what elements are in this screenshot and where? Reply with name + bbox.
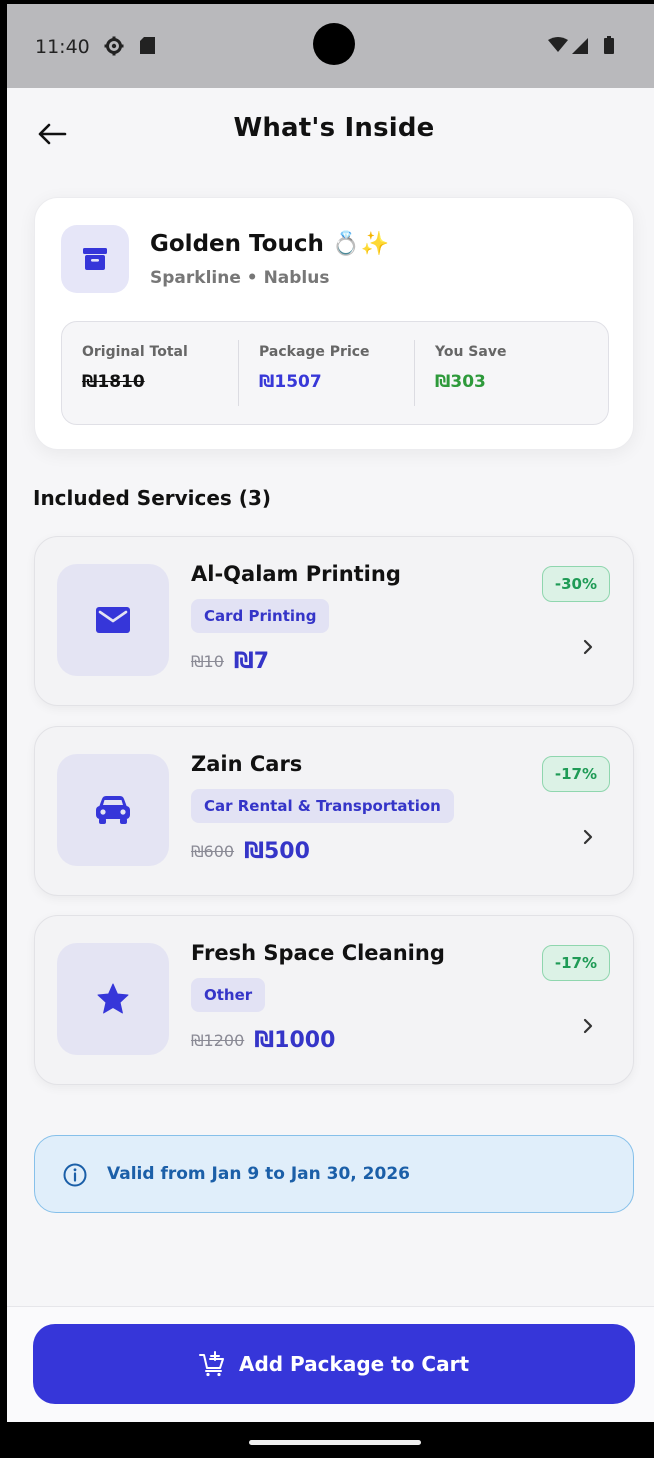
service-old-price: ₪1200: [191, 1031, 245, 1050]
service-old-price: ₪10: [191, 652, 224, 671]
camera-cutout: [313, 23, 355, 65]
discount-badge: -17%: [541, 945, 610, 981]
home-gesture-handle[interactable]: [249, 1440, 421, 1445]
original-total-label: Original Total: [82, 344, 188, 360]
package-price-label: Package Price: [259, 344, 370, 360]
service-name: Al-Qalam Printing: [191, 562, 401, 586]
star-icon: [97, 983, 129, 1014]
package-price-value: ₪1507: [259, 372, 322, 392]
service-card[interactable]: Fresh Space Cleaning Other ₪1200 ₪1000 -1…: [34, 915, 634, 1085]
you-save-label: You Save: [435, 344, 507, 360]
service-details-button[interactable]: [571, 820, 605, 854]
you-save-value: ₪303: [435, 372, 486, 392]
chevron-right-icon: [583, 829, 593, 845]
archive-box-icon: [83, 248, 107, 270]
info-icon: [63, 1163, 87, 1187]
service-category-tag: Card Printing: [191, 599, 330, 633]
price-summary: Original Total ₪1810 Package Price ₪1507…: [61, 321, 609, 425]
service-icon-tile: [57, 943, 169, 1055]
page-title: What's Inside: [233, 113, 435, 143]
you-save-column: You Save ₪303: [414, 340, 590, 406]
service-details-button[interactable]: [571, 630, 605, 664]
validity-text: Valid from Jan 9 to Jan 30, 2026: [107, 1164, 410, 1184]
chevron-right-icon: [583, 1018, 593, 1034]
chevron-right-icon: [583, 639, 593, 655]
service-card[interactable]: Al-Qalam Printing Card Printing ₪10 ₪7 -3…: [34, 536, 634, 706]
service-prices: ₪600 ₪500: [191, 839, 310, 864]
package-price-column: Package Price ₪1507: [238, 340, 414, 406]
service-new-price: ₪7: [233, 649, 270, 674]
service-details-button[interactable]: [571, 1009, 605, 1043]
discount-badge: -30%: [541, 566, 610, 602]
package-name: Golden Touch 💍✨: [150, 231, 390, 257]
status-indicators-icon: [548, 36, 614, 54]
service-old-price: ₪600: [191, 842, 235, 861]
car-icon: [96, 796, 130, 824]
service-card[interactable]: Zain Cars Car Rental & Transportation ₪6…: [34, 726, 634, 896]
original-total-column: Original Total ₪1810: [62, 322, 238, 426]
package-vendor-location: Sparkline • Nablus: [150, 268, 330, 288]
service-prices: ₪1200 ₪1000: [191, 1028, 335, 1053]
service-icon-tile: [57, 754, 169, 866]
system-navigation-bar: [7, 1422, 654, 1458]
envelope-icon: [96, 607, 130, 633]
service-new-price: ₪1000: [254, 1028, 336, 1053]
bottom-action-bar: Add Package to Cart: [7, 1306, 654, 1422]
service-new-price: ₪500: [244, 839, 310, 864]
status-bar: 11:40: [7, 4, 654, 88]
service-category-tag: Other: [191, 978, 266, 1012]
service-icon-tile: [57, 564, 169, 676]
add-package-to-cart-button[interactable]: Add Package to Cart: [33, 1324, 635, 1404]
included-services-title: Included Services (3): [33, 486, 271, 510]
service-name: Fresh Space Cleaning: [191, 941, 445, 965]
add-package-to-cart-label: Add Package to Cart: [238, 1352, 470, 1376]
cart-add-icon: [198, 1351, 224, 1377]
sd-card-icon: [140, 37, 155, 54]
package-summary-card: Golden Touch 💍✨ Sparkline • Nablus Origi…: [34, 197, 634, 450]
status-time: 11:40: [35, 36, 90, 58]
settings-status-icon: [104, 36, 124, 56]
service-name: Zain Cars: [191, 752, 303, 776]
service-prices: ₪10 ₪7: [191, 649, 269, 674]
original-total-value: ₪1810: [82, 372, 145, 392]
service-category-tag: Car Rental & Transportation: [191, 789, 454, 823]
screen: 11:40 What's Inside Golden Touch 💍✨ Spar…: [7, 4, 654, 1458]
discount-badge: -17%: [541, 756, 610, 792]
validity-notice: Valid from Jan 9 to Jan 30, 2026: [34, 1135, 634, 1213]
package-icon-tile: [61, 225, 129, 293]
